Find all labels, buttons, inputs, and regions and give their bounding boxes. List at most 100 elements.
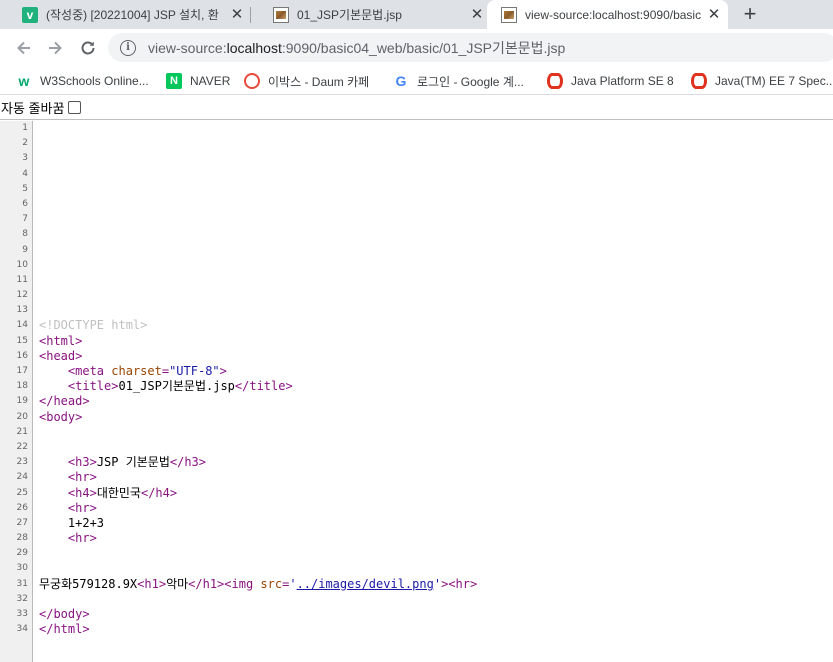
source-line: 16 <head> — [0, 349, 833, 364]
line-number: 20 — [16, 411, 28, 422]
close-icon[interactable]: ✕ — [229, 6, 245, 23]
reload-button[interactable] — [78, 38, 98, 58]
back-button[interactable] — [14, 38, 34, 58]
line-number: 24 — [16, 472, 28, 483]
line-number: 31 — [16, 578, 28, 589]
line-number: 22 — [16, 441, 28, 452]
bookmark-java-se8[interactable]: Java Platform SE 8 — [547, 72, 674, 90]
bookmark-naver[interactable]: N NAVER — [166, 72, 230, 90]
jsp-image-icon — [501, 7, 517, 23]
tab-view-source[interactable]: view-source:localhost:9090/basic ✕ — [487, 0, 728, 30]
tab-jsp-file[interactable]: 01_JSP기본문법.jsp ✕ — [251, 0, 491, 29]
source-viewer: 1 2 3 4 5 6 7 8 9 10 11 12 13 14 <!DOCTYPE html> 15 <htm… — [0, 121, 833, 662]
close-icon[interactable]: ✕ — [469, 6, 485, 23]
source-line: 30 — [0, 561, 833, 576]
code-token: 악마 — [166, 576, 189, 591]
address-bar[interactable]: i view-source:localhost:9090/basic04_web… — [108, 33, 833, 62]
line-number: 7 — [22, 214, 28, 225]
source-line: 9 — [0, 243, 833, 258]
info-icon[interactable]: i — [120, 39, 136, 56]
source-line: 33 </body> — [0, 607, 833, 622]
code-token: "UTF-8" — [169, 364, 220, 378]
line-number: 23 — [16, 457, 28, 468]
w3schools-icon: w — [18, 73, 30, 89]
line-number: 2 — [22, 138, 28, 149]
line-number: 19 — [16, 396, 28, 407]
source-line: 20 <body> — [0, 410, 833, 425]
line-code: <h3>JSP 기본문법</h3> — [39, 455, 206, 470]
tab-strip: v (작성중) [20221004] JSP 설치, 환 ✕ 01_JSP기본문… — [0, 0, 833, 30]
line-code: <hr> — [39, 470, 97, 485]
line-number: 13 — [16, 305, 28, 316]
code-token: 01_JSP기본문법.jsp — [118, 379, 235, 394]
line-code: 무궁화579128.9X<h1>악마</h1><img src='../imag… — [39, 577, 477, 592]
code-token: <h1> — [137, 576, 167, 591]
code-token: <h3> — [67, 455, 97, 470]
arrow-right-icon — [49, 41, 62, 55]
source-line: 26 <hr> — [0, 501, 833, 516]
line-number: 32 — [16, 593, 28, 604]
bookmark-label: NAVER — [190, 74, 231, 88]
source-line: 1 — [0, 121, 833, 136]
tab-title: (작성중) [20221004] JSP 설치, 환 — [46, 8, 219, 22]
line-number: 30 — [16, 563, 28, 574]
bookmark-google-login[interactable]: G 로그인 - Google 계... — [393, 72, 524, 90]
source-line: 5 — [0, 182, 833, 197]
source-line: 13 — [0, 303, 833, 318]
tab-title: 01_JSP기본문법.jsp — [297, 8, 402, 22]
line-number: 17 — [16, 366, 28, 376]
line-number: 8 — [22, 229, 28, 240]
source-link[interactable]: ../images/devil.png — [297, 577, 434, 591]
line-number: 28 — [16, 533, 28, 544]
line-wrap-checkbox[interactable] — [68, 101, 82, 114]
code-token: </head> — [39, 394, 90, 409]
line-number: 5 — [22, 183, 28, 194]
code-token: <hr> — [67, 500, 97, 515]
forward-button[interactable] — [45, 38, 65, 58]
code-token: <meta — [67, 364, 112, 378]
bookmark-w3schools[interactable]: w W3Schools Online... — [16, 72, 149, 90]
new-tab-button[interactable]: + — [738, 3, 762, 27]
line-code: </html> — [39, 622, 90, 637]
code-token: <hr> — [67, 531, 97, 546]
line-code: 1+2+3 — [39, 516, 104, 531]
line-number: 29 — [16, 548, 28, 559]
source-line: 12 — [0, 288, 833, 303]
line-code: <hr> — [39, 501, 97, 516]
tab-blog-post[interactable]: v (작성중) [20221004] JSP 설치, 환 ✕ — [0, 0, 251, 29]
line-number: 12 — [16, 290, 28, 301]
bookmarks-bar: w W3Schools Online... N NAVER 이박스 - Daum… — [0, 67, 833, 95]
source-line: 2 — [0, 136, 833, 151]
source-line: 34 </html> — [0, 622, 833, 637]
url-text[interactable]: view-source:localhost:9090/basic04_web/b… — [148, 38, 565, 58]
line-code: <hr> — [39, 531, 97, 546]
source-line: 8 — [0, 227, 833, 242]
source-line: 14 <!DOCTYPE html> — [0, 318, 833, 333]
line-number: 16 — [16, 350, 28, 361]
close-icon[interactable]: ✕ — [706, 7, 722, 23]
line-wrap-bar: 자동 줄바꿈 — [0, 96, 833, 120]
tab-title: view-source:localhost:9090/basic — [525, 8, 702, 22]
source-line: 27 1+2+3 — [0, 516, 833, 531]
code-token: </h3> — [169, 455, 206, 470]
daum-cafe-icon — [244, 73, 260, 89]
line-number: 10 — [16, 259, 28, 270]
bookmark-java-ee7[interactable]: Java(TM) EE 7 Spec... — [691, 72, 833, 90]
source-line: 15 <html> — [0, 334, 833, 349]
url-prefix: view-source: — [148, 39, 227, 56]
arrow-left-icon — [17, 41, 30, 55]
source-line: 29 — [0, 546, 833, 561]
code-token: <hr> — [67, 470, 97, 485]
url-path: :9090/basic04_web/basic/01_JSP기본문법.jsp — [281, 39, 566, 56]
source-lines: 1 2 3 4 5 6 7 8 9 10 11 12 13 14 <!DOCTYPE html> 15 <htm… — [0, 121, 833, 637]
source-line: 28 <hr> — [0, 531, 833, 546]
line-code: </head> — [39, 394, 90, 409]
source-line: 32 — [0, 592, 833, 607]
bookmark-daum-cafe[interactable]: 이박스 - Daum 카페 — [244, 72, 369, 90]
naver-icon: N — [166, 73, 182, 89]
line-number: 27 — [16, 517, 28, 528]
code-token: <body> — [39, 409, 83, 424]
